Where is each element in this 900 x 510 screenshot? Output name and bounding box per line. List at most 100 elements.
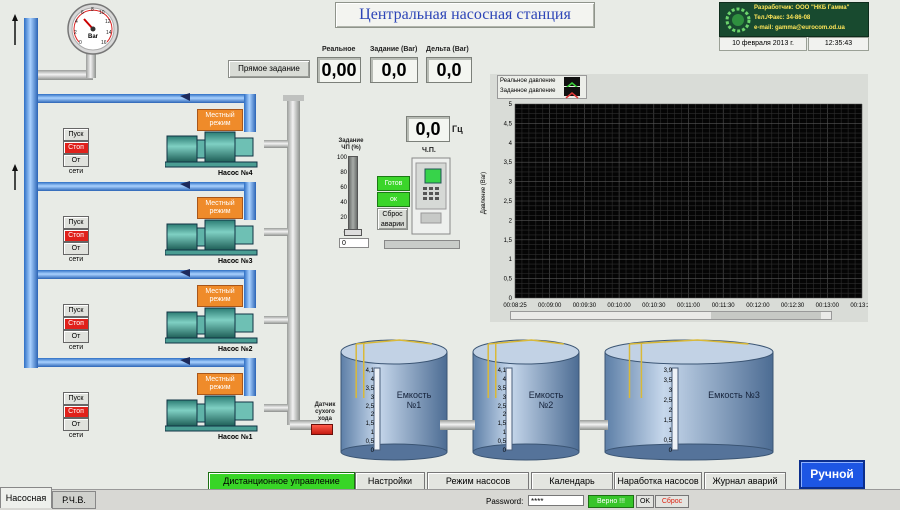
svg-text:16: 16	[101, 40, 107, 46]
developer-line1: Разработчик: ООО "НКБ Гамма"	[754, 5, 850, 11]
tank-scale-tick: 4	[370, 376, 374, 383]
chart-legend: Реальное давление Заданное давление	[497, 75, 587, 99]
tank-pipes	[440, 420, 608, 430]
tank-scale-tick: 0,5	[365, 439, 374, 446]
tank-scale-tick: 0,5	[663, 438, 672, 444]
chart-y-tick: 4,5	[504, 121, 513, 127]
pump-motor-icon	[165, 307, 258, 344]
pump-stop-button[interactable]: Стоп	[63, 229, 89, 242]
chart-y-tick: 3,5	[504, 160, 513, 166]
tab-rchv[interactable]: Р.Ч.В.	[52, 491, 96, 509]
chart-x-tick: 00:10:00	[607, 303, 631, 309]
svg-text:6: 6	[81, 10, 84, 16]
vfd-slider-tick: 20	[340, 215, 347, 221]
developer-line2: Тел./Факс: 34-86-08	[754, 15, 811, 21]
vfd-slider-track[interactable]	[348, 156, 358, 234]
pump-net-button[interactable]: От сети	[63, 330, 89, 351]
pump-stop-button[interactable]: Стоп	[63, 141, 89, 154]
tank-scale-tick: 2,5	[365, 403, 374, 410]
nav-button[interactable]: Режим насосов	[427, 472, 529, 490]
gauge-unit: Bar	[88, 34, 99, 40]
direct-task-button[interactable]: Прямое задание	[228, 60, 310, 78]
pump-start-button[interactable]: Пуск	[63, 304, 89, 317]
chart-x-tick: 00:12:00	[746, 303, 770, 309]
pump-motor-icon	[165, 219, 258, 256]
pump-net-button[interactable]: От сети	[63, 154, 89, 175]
chart-scroll-thumb[interactable]	[711, 312, 821, 319]
vfd-progress-bar	[384, 240, 460, 249]
password-reset-button[interactable]: Сброс	[655, 495, 689, 508]
pump-motor-icon	[165, 395, 258, 432]
real-pressure-label: Реальное	[322, 46, 356, 53]
chart-y-tick: 0	[509, 296, 513, 302]
tank-scale-tick: 3	[668, 388, 672, 394]
vfd-ready-indicator: Готов	[377, 176, 410, 191]
tank-name: Емкость №1	[396, 390, 432, 410]
pump-name: Насос №3	[218, 258, 253, 265]
pump-net-button[interactable]: От сети	[63, 242, 89, 263]
svg-text:2: 2	[74, 30, 77, 36]
vfd-slider-input[interactable]: 0	[339, 238, 369, 248]
developer-line3: e-mail: gamma@eurocom.od.ua	[754, 25, 845, 31]
tank-name: Емкость №3	[708, 390, 760, 400]
tank-scale-tick: 0	[668, 448, 672, 454]
tank-scale-tick: 2	[668, 408, 672, 414]
tank-scale-tick: 1,5	[365, 421, 374, 428]
vfd-label: Ч.П.	[422, 147, 436, 154]
chart-scrollbar[interactable]	[510, 311, 832, 320]
nav-button[interactable]: Дистанционное управление	[208, 472, 355, 490]
password-ok-button[interactable]: OK	[636, 495, 654, 508]
legend-real-swatch	[564, 77, 580, 89]
storage-tank: 3,9 3,5 3 2,5 2 1,5 1 0,5 0 Емкость №3	[604, 338, 774, 462]
chart-x-tick: 00:09:30	[573, 303, 597, 309]
chart-y-tick: 1	[509, 257, 513, 263]
delta-pressure-value: 0,0	[426, 57, 472, 83]
vfd-slider-tick: 80	[340, 170, 347, 176]
frequency-value: 0,0	[406, 116, 450, 142]
chart-y-tick: 3	[509, 180, 513, 186]
vfd-slider-handle[interactable]	[344, 229, 362, 236]
chart-y-tick: 0,5	[504, 277, 513, 283]
chart-x-tick: 00:09:00	[538, 303, 562, 309]
pump-name: Насос №1	[218, 434, 253, 441]
vfd-task-label: Задание ЧП (%)	[338, 138, 364, 151]
pump-net-button[interactable]: От сети	[63, 418, 89, 439]
password-status: Верно !!!	[588, 495, 634, 508]
bottom-bar	[0, 489, 900, 510]
pump-start-button[interactable]: Пуск	[63, 216, 89, 229]
tank-scale-tick: 1	[668, 428, 672, 434]
vfd-slider-tick: 40	[340, 200, 347, 206]
pump-start-button[interactable]: Пуск	[63, 392, 89, 405]
date-display: 10 февраля 2013 г.	[719, 37, 807, 51]
nav-button[interactable]: Настройки	[355, 472, 425, 490]
nav-button[interactable]: Журнал аварий	[704, 472, 786, 490]
tank-scale-tick: 3,5	[497, 385, 506, 392]
chart-y-tick: 1,5	[504, 238, 513, 244]
tank-scale-tick: 3,9	[663, 368, 672, 374]
frequency-unit: Гц	[452, 124, 463, 134]
tank-scale-tick: 3,5	[365, 385, 374, 392]
chart-x-tick: 00:11:00	[677, 303, 701, 309]
pressure-chart: 5 4,5 4 3,5 3 2,5 2 1,5 1 0,5 000:08:25 00:09:00 00:…	[503, 102, 868, 309]
password-input[interactable]: ****	[528, 495, 584, 506]
tank-scale-tick: 3,5	[663, 378, 672, 384]
pump-start-button[interactable]: Пуск	[63, 128, 89, 141]
svg-text:8: 8	[91, 7, 94, 13]
tank-scale-tick: 4	[502, 376, 506, 383]
pump-stop-button[interactable]: Стоп	[63, 405, 89, 418]
task-pressure-label: Задание (Bar)	[370, 46, 418, 53]
vfd-slider-tick: 60	[340, 185, 347, 191]
manual-mode-button[interactable]: Ручной	[799, 460, 865, 489]
svg-text:14: 14	[106, 30, 112, 36]
pump-stop-button[interactable]: Стоп	[63, 317, 89, 330]
chart-x-tick: 00:13:25	[850, 303, 868, 309]
vfd-reset-button[interactable]: Сброс аварии	[377, 208, 408, 230]
page-title: Центральная насосная станция	[359, 6, 571, 23]
storage-tank: 4,1 4 3,5 3 2,5 2 1,5 1 0,5 0 Емкость №1	[340, 338, 448, 462]
legend-real: Реальное давление	[500, 78, 556, 84]
nav-button[interactable]: Календарь	[531, 472, 613, 490]
nav-button[interactable]: Наработка насосов	[614, 472, 702, 490]
tab-pumping-station[interactable]: Насосная	[0, 487, 52, 508]
vfd-slider-tick: 100	[336, 155, 347, 161]
delta-pressure-label: Дельта (Bar)	[426, 46, 469, 53]
